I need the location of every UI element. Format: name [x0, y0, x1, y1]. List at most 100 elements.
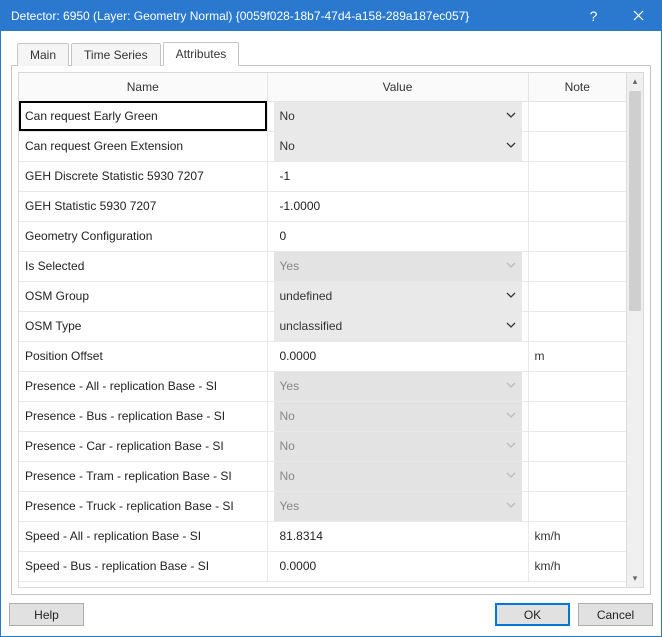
- tab-pane-attributes: Name Value Note Can request Early Green N…: [11, 65, 651, 595]
- attribute-note-cell: [528, 461, 626, 491]
- chevron-down-icon: [506, 259, 516, 273]
- chevron-down-icon: [506, 499, 516, 513]
- column-header-name[interactable]: Name: [19, 73, 267, 101]
- table-row: Presence - Bus - replication Base - SI No: [19, 401, 626, 431]
- chevron-down-icon: [506, 289, 516, 303]
- scroll-up-arrow-icon[interactable]: ▴: [627, 73, 643, 90]
- column-header-value[interactable]: Value: [267, 73, 528, 101]
- attributes-grid: Name Value Note Can request Early Green N…: [19, 73, 626, 587]
- attribute-note-cell: [528, 191, 626, 221]
- attribute-value-cell[interactable]: -1: [267, 161, 528, 191]
- question-icon: ?: [590, 8, 598, 24]
- attribute-name-cell[interactable]: Speed - Bus - replication Base - SI: [19, 551, 267, 581]
- scroll-down-arrow-icon[interactable]: ▾: [627, 570, 643, 587]
- close-button[interactable]: [616, 1, 661, 31]
- attribute-note-cell: [528, 431, 626, 461]
- dropdown-value: undefined: [280, 289, 333, 303]
- attribute-name-cell[interactable]: Can request Green Extension: [19, 131, 267, 161]
- dropdown-value: Yes: [280, 499, 300, 513]
- ok-button[interactable]: OK: [495, 603, 570, 626]
- attribute-name-cell[interactable]: Geometry Configuration: [19, 221, 267, 251]
- attribute-note-cell: [528, 491, 626, 521]
- titlebar: Detector: 6950 (Layer: Geometry Normal) …: [1, 1, 661, 31]
- text-value: 0.0000: [274, 552, 522, 581]
- attribute-note-cell: km/h: [528, 521, 626, 551]
- dialog-window: Detector: 6950 (Layer: Geometry Normal) …: [0, 0, 662, 637]
- attribute-name-cell[interactable]: Presence - Car - replication Base - SI: [19, 431, 267, 461]
- table-row: Presence - All - replication Base - SIYe…: [19, 371, 626, 401]
- attribute-value-cell: Yes: [267, 371, 528, 401]
- attribute-value-cell[interactable]: No: [267, 101, 528, 131]
- dialog-footer: Help OK Cancel: [1, 595, 661, 636]
- cancel-button[interactable]: Cancel: [578, 603, 653, 626]
- attribute-note-cell: [528, 131, 626, 161]
- help-button[interactable]: ?: [571, 1, 616, 31]
- attribute-value-cell[interactable]: 81.8314: [267, 521, 528, 551]
- dropdown-value: No: [280, 409, 295, 423]
- dropdown-value: No: [280, 469, 295, 483]
- attribute-name-cell[interactable]: Speed - All - replication Base - SI: [19, 521, 267, 551]
- attribute-name-cell[interactable]: GEH Statistic 5930 7207: [19, 191, 267, 221]
- text-value: 0: [274, 222, 522, 251]
- attribute-name-cell[interactable]: Is Selected: [19, 251, 267, 281]
- table-row: Presence - Car - replication Base - SINo: [19, 431, 626, 461]
- attribute-note-cell: m: [528, 341, 626, 371]
- table-row: OSM Type unclassified: [19, 311, 626, 341]
- attribute-name-cell[interactable]: OSM Type: [19, 311, 267, 341]
- tab-time-series[interactable]: Time Series: [71, 43, 161, 66]
- attributes-grid-wrap: Name Value Note Can request Early Green N…: [18, 72, 644, 588]
- attribute-value-cell[interactable]: 0.0000: [267, 341, 528, 371]
- column-header-note[interactable]: Note: [528, 73, 626, 101]
- attribute-name-cell[interactable]: Can request Early Green: [19, 101, 267, 131]
- tab-attributes[interactable]: Attributes: [163, 42, 240, 66]
- attribute-value-cell: No: [267, 431, 528, 461]
- attribute-name-cell[interactable]: Presence - Bus - replication Base - SI: [19, 401, 267, 431]
- table-row: OSM Group undefined: [19, 281, 626, 311]
- attribute-note-cell: [528, 281, 626, 311]
- window-title: Detector: 6950 (Layer: Geometry Normal) …: [11, 9, 571, 23]
- attribute-name-cell[interactable]: GEH Discrete Statistic 5930 7207: [19, 161, 267, 191]
- table-row: Can request Green Extension No: [19, 131, 626, 161]
- attribute-value-cell: No: [267, 401, 528, 431]
- text-value: -1: [274, 162, 522, 191]
- table-row: Is Selected Yes: [19, 251, 626, 281]
- text-value: 81.8314: [274, 522, 522, 551]
- attribute-note-cell: [528, 371, 626, 401]
- attribute-name-cell[interactable]: OSM Group: [19, 281, 267, 311]
- chevron-down-icon: [506, 439, 516, 453]
- attribute-name-cell[interactable]: Presence - All - replication Base - SI: [19, 371, 267, 401]
- table-row: Position Offset0.0000m: [19, 341, 626, 371]
- attribute-value-cell[interactable]: -1.0000: [267, 191, 528, 221]
- attribute-name-cell[interactable]: Presence - Truck - replication Base - SI: [19, 491, 267, 521]
- attribute-note-cell: [528, 251, 626, 281]
- vertical-scrollbar[interactable]: ▴ ▾: [626, 73, 643, 587]
- attribute-note-cell: [528, 161, 626, 191]
- table-row: Presence - Truck - replication Base - SI…: [19, 491, 626, 521]
- dropdown-value: unclassified: [280, 319, 343, 333]
- tab-main[interactable]: Main: [17, 43, 69, 66]
- close-icon: [633, 8, 644, 24]
- scroll-thumb[interactable]: [629, 91, 641, 311]
- chevron-down-icon: [506, 379, 516, 393]
- attribute-value-cell[interactable]: unclassified: [267, 311, 528, 341]
- attribute-value-cell: No: [267, 461, 528, 491]
- attribute-value-cell[interactable]: 0: [267, 221, 528, 251]
- attribute-name-cell[interactable]: Presence - Tram - replication Base - SI: [19, 461, 267, 491]
- dropdown-value: No: [280, 139, 295, 153]
- attribute-value-cell[interactable]: undefined: [267, 281, 528, 311]
- help-button-footer[interactable]: Help: [9, 603, 84, 626]
- attribute-note-cell: [528, 311, 626, 341]
- dropdown-value: Yes: [280, 259, 300, 273]
- dropdown-value: No: [280, 109, 295, 123]
- table-row: Speed - All - replication Base - SI81.83…: [19, 521, 626, 551]
- attribute-name-cell[interactable]: Position Offset: [19, 341, 267, 371]
- attribute-value-cell[interactable]: No: [267, 131, 528, 161]
- table-row: GEH Discrete Statistic 5930 7207-1: [19, 161, 626, 191]
- table-row: Presence - Tram - replication Base - SI N…: [19, 461, 626, 491]
- chevron-down-icon: [506, 469, 516, 483]
- chevron-down-icon: [506, 139, 516, 153]
- text-value: 0.0000: [274, 342, 522, 371]
- attribute-note-cell: [528, 221, 626, 251]
- attribute-value-cell[interactable]: 0.0000: [267, 551, 528, 581]
- chevron-down-icon: [506, 409, 516, 423]
